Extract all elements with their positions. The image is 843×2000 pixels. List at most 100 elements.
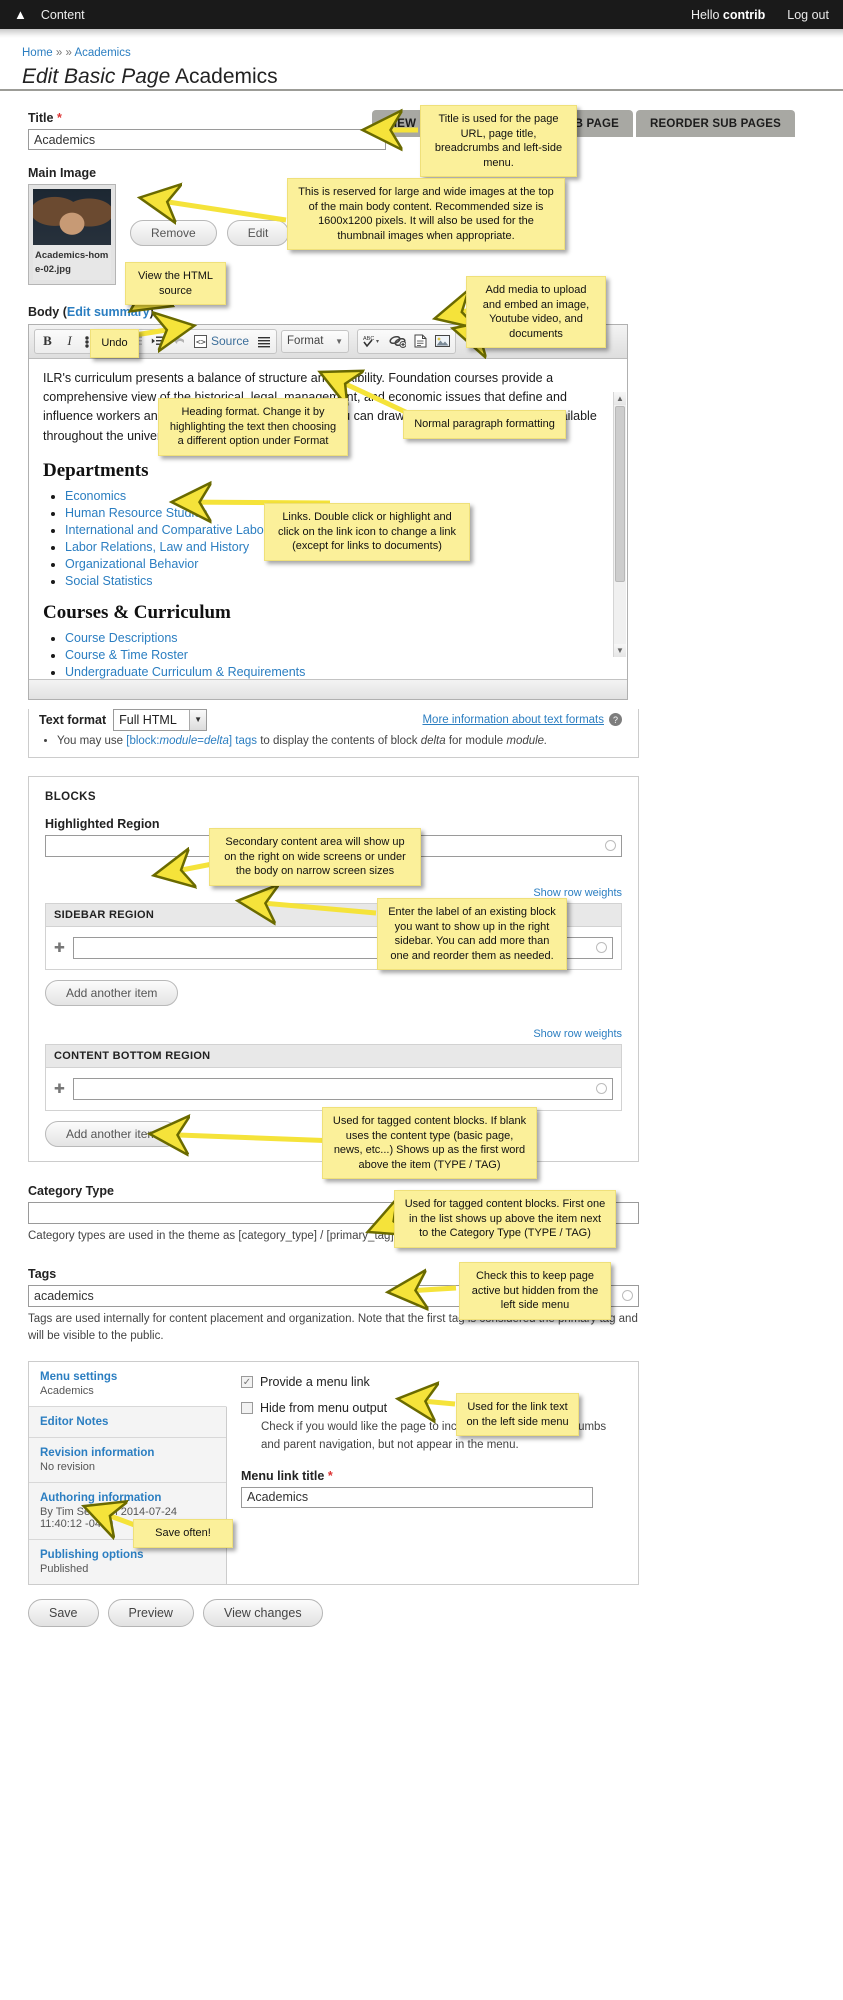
callout-source: View the HTML source [125, 262, 226, 306]
svg-text:<>: <> [196, 337, 206, 346]
body-link[interactable]: Social Statistics [65, 574, 153, 588]
hide-from-menu-label: Hide from menu output [260, 1401, 388, 1416]
document-icon[interactable] [410, 331, 431, 352]
editor-scrollbar[interactable]: ▲ ▼ [613, 391, 626, 657]
remove-image-button[interactable]: Remove [130, 220, 217, 246]
autocomplete-throbber-icon [622, 1289, 633, 1301]
breadcrumb-current[interactable]: Academics [74, 47, 130, 59]
admin-toolbar: ▲ Content Hello contrib Log out [0, 0, 843, 29]
link-icon[interactable] [386, 331, 409, 352]
text-format-value: Full HTML [119, 712, 177, 727]
spellcheck-icon[interactable]: ABC [360, 331, 385, 352]
vtab-menu-settings[interactable]: Menu settings Academics [29, 1362, 227, 1408]
body-link[interactable]: Human Resource Studies [65, 506, 207, 520]
body-link[interactable]: Course & Time Roster [65, 648, 188, 662]
drag-handle-icon[interactable]: ✚ [54, 940, 65, 956]
home-icon[interactable]: ▲ [14, 8, 27, 21]
editor-resize-footer[interactable] [29, 678, 627, 699]
page-title-name: Academics [174, 65, 278, 88]
provide-menu-link-checkbox[interactable]: ✓ [241, 1376, 253, 1389]
page-title-prefix: Edit Basic Page [22, 65, 171, 88]
content-bottom-block-input[interactable] [72, 1077, 613, 1100]
body-heading-departments: Departments [43, 460, 149, 481]
breadcrumb: Home » » Academics [22, 47, 843, 59]
view-changes-button[interactable]: View changes [202, 1599, 323, 1628]
body-link[interactable]: International and Comparative Labor [65, 523, 268, 537]
toolbar-group-basic: B I 123 <> Source [34, 328, 278, 354]
logout-link[interactable]: Log out [787, 8, 829, 22]
preview-button[interactable]: Preview [107, 1599, 194, 1628]
help-icon[interactable]: ? [609, 713, 622, 726]
callout-links: Links. Double click or highlight and cli… [264, 503, 470, 561]
callout-tags: Used for tagged content blocks. First on… [394, 1190, 616, 1248]
list-item: Social Statistics [65, 574, 613, 588]
list-item: Course Descriptions [65, 631, 613, 645]
vtab-editor-notes[interactable]: Editor Notes [29, 1407, 226, 1439]
callout-undo: Undo [90, 329, 139, 358]
image-thumbnail: Academics-home-02.jpg [28, 184, 116, 285]
edit-summary-link[interactable]: Edit summary [67, 305, 150, 319]
add-another-item-button-sidebar[interactable]: Add another item [45, 979, 179, 1006]
content-bottom-region-header: CONTENT BOTTOM REGION [45, 1043, 622, 1068]
list-item: Economics [65, 489, 613, 503]
callout-title: Title is used for the page URL, page tit… [420, 105, 577, 178]
format-dropdown[interactable]: Format ▼ [281, 329, 350, 353]
body-label: Body (Edit summary) [28, 304, 154, 319]
undo-icon[interactable] [169, 331, 190, 352]
body-link[interactable]: Economics [65, 489, 126, 503]
chevron-down-icon: ▼ [335, 336, 344, 346]
italic-icon[interactable]: I [59, 331, 80, 352]
add-another-item-button-bottom[interactable]: Add another item [45, 1120, 179, 1147]
save-button[interactable]: Save [28, 1599, 99, 1628]
body-heading-courses: Courses & Curriculum [43, 602, 231, 623]
autocomplete-throbber-icon [605, 839, 616, 851]
text-format-wrapper: Text format Full HTML ▼ More information… [28, 708, 639, 758]
menu-link-title-input[interactable] [241, 1486, 593, 1508]
body-link[interactable]: Labor Relations, Law and History [65, 540, 249, 554]
autocomplete-throbber-icon [596, 941, 607, 953]
bold-icon[interactable]: B [37, 331, 58, 352]
scrollbar-thumb[interactable] [615, 405, 625, 582]
body-link[interactable]: Organizational Behavior [65, 557, 198, 571]
courses-list: Course Descriptions Course & Time Roster… [43, 631, 613, 679]
content-bottom-region-row: ✚ [45, 1067, 622, 1111]
drag-handle-icon[interactable]: ✚ [54, 1081, 65, 1097]
format-label: Format [287, 335, 324, 347]
justify-icon[interactable] [253, 331, 274, 352]
title-input[interactable] [28, 129, 386, 150]
menu-link-title-label: Menu link title * [241, 1468, 333, 1483]
list-item: Undergraduate Curriculum & Requirements [65, 665, 613, 679]
callout-main-image: This is reserved for large and wide imag… [287, 178, 565, 251]
toolbar-group-insert: ABC [357, 328, 457, 354]
svg-text:ABC: ABC [363, 336, 374, 342]
callout-media: Add media to upload and embed an image, … [466, 276, 606, 349]
callout-save-often: Save often! [133, 1519, 233, 1548]
callout-hide-from-menu: Check this to keep page active but hidde… [459, 1262, 611, 1320]
form-actions: Save Preview View changes [0, 1585, 843, 1628]
tags-label: Tags [28, 1266, 57, 1281]
hide-from-menu-checkbox[interactable] [241, 1402, 253, 1415]
scroll-up-icon[interactable]: ▲ [614, 391, 626, 405]
source-button[interactable]: <> Source [191, 331, 252, 352]
username[interactable]: contrib [723, 8, 765, 22]
text-format-row: Text format Full HTML ▼ More information… [39, 708, 622, 731]
provide-menu-link-label: Provide a menu link [260, 1375, 370, 1390]
autocomplete-throbber-icon [596, 1082, 607, 1094]
text-format-select[interactable]: Full HTML ▼ [113, 708, 208, 731]
breadcrumb-sep2: » [65, 47, 72, 59]
indent-icon[interactable] [147, 331, 168, 352]
vtab-revision-information[interactable]: Revision information No revision [29, 1438, 226, 1484]
more-info-text-formats-link[interactable]: More information about text formats [422, 714, 604, 726]
breadcrumb-home[interactable]: Home [22, 47, 53, 59]
callout-heading-format: Heading format. Change it by highlightin… [158, 398, 348, 456]
edit-image-button[interactable]: Edit [226, 220, 290, 246]
show-row-weights-link-1[interactable]: Show row weights [45, 887, 622, 899]
body-link[interactable]: Course Descriptions [65, 631, 178, 645]
scroll-down-icon[interactable]: ▼ [614, 643, 626, 657]
vertical-tab-list: Menu settings Academics Editor Notes Rev… [29, 1362, 227, 1585]
body-link[interactable]: Undergraduate Curriculum & Requirements [65, 665, 305, 679]
text-format-note: You may use [block:module=delta] tags to… [43, 735, 628, 747]
admin-menu-content[interactable]: Content [41, 8, 85, 22]
image-icon[interactable] [432, 331, 453, 352]
show-row-weights-link-2[interactable]: Show row weights [45, 1028, 622, 1040]
